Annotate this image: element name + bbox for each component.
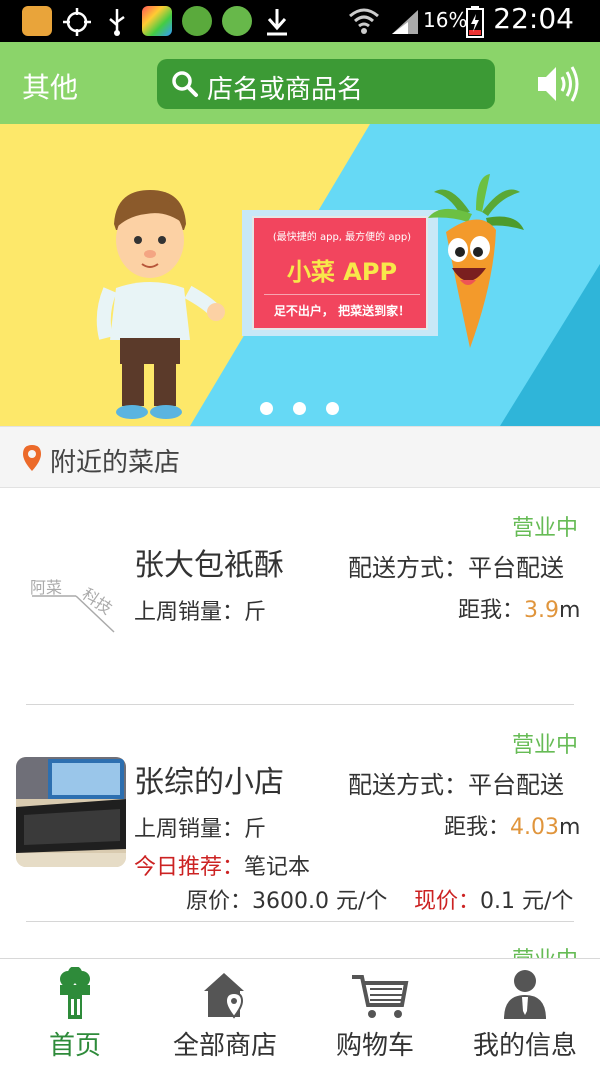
search-icon [172,71,198,97]
section-header: 附近的菜店 [0,426,600,488]
banner-card-inner: (最快捷的 app, 最方便的 app) 小菜 APP 足不出户， 把菜送到家！ [252,216,428,330]
battery-percentage: 16% [423,8,468,32]
store-delivery-method: 配送方式：平台配送 [348,554,564,582]
store-weekly-sales: 上周销量：斤 [134,817,267,842]
app-header: 其他 店名或商品名 [0,42,600,124]
usb-icon [109,9,125,36]
user-profile-icon [504,970,546,1019]
location-pin-icon [23,445,41,471]
clock: 22:04 [493,2,574,35]
store-name: 张大包衹酥 [134,548,284,583]
original-price: 原价：3600.0 元/个 [186,889,388,914]
bottom-navigation: 首页 全部商店 购物车 我的信息 [0,958,600,1067]
gps-icon [63,8,91,36]
placeholder-logo-line [32,595,115,633]
promo-banner[interactable]: (最快捷的 app, 最方便的 app) 小菜 APP 足不出户， 把菜送到家！ [0,124,600,426]
header-title[interactable]: 其他 [22,66,78,106]
distance-label: 距我： [444,815,511,840]
store-status: 营业中 [512,516,579,541]
distance-label: 距我： [458,598,525,623]
current-price-value: 0.1 元/个 [480,889,574,914]
nav-all-stores[interactable]: 全部商店 [150,959,300,1068]
speaker-icon[interactable] [536,62,580,106]
banner-subtitle: (最快捷的 app, 最方便的 app) [272,232,412,243]
nav-label-home: 首页 [48,1031,101,1061]
banner-divider [264,294,420,295]
signal-icon [392,10,418,34]
store-status: 营业中 [512,942,578,958]
store-distance: 距我：4.03m [444,809,580,841]
app-icon-green [182,6,212,36]
store-house-icon [204,973,244,1019]
store-item-1[interactable]: 营业中 阿菜 科技 张大包衹酥 配送方式：平台配送 上周销量：斤 距我：3.9m [0,488,600,704]
recommend-label: 今日推荐： [134,855,245,880]
nav-label-my-info: 我的信息 [472,1031,577,1061]
section-title: 附近的菜店 [50,448,181,478]
nav-home[interactable]: 首页 [0,959,150,1068]
nav-cart[interactable]: 购物车 [300,959,450,1068]
store-status: 营业中 [512,733,579,758]
store-thumbnail [16,757,126,867]
search-input[interactable]: 店名或商品名 [157,59,495,109]
store-distance: 距我：3.9m [458,592,580,624]
distance-value: 4.03 [510,815,559,840]
carrot-illustration [428,174,524,348]
distance-value: 3.9 [524,598,560,623]
store-placeholder-logo: 阿菜 科技 [28,568,128,634]
store-item-2[interactable]: 营业中 张综的小店 配送方式：平台配送 上周销量：斤 距我：4.03m 今日推荐… [0,705,600,921]
app-notification-icon [22,6,52,36]
store-weekly-sales: 上周销量：斤 [134,600,267,625]
search-placeholder: 店名或商品名 [207,75,364,105]
status-bar: 16% 22:04 [0,0,600,42]
app-icon-plus [222,6,252,36]
app-store-icon [142,6,172,36]
recommend-item: 笔记本 [244,855,311,880]
store-delivery-method: 配送方式：平台配送 [348,771,564,799]
wifi-icon [349,8,379,34]
store-name: 张综的小店 [134,765,284,800]
today-recommendation: 今日推荐：笔记本 [134,849,310,881]
battery-icon [466,6,484,38]
banner-title: 小菜 APP [286,258,398,286]
current-price-label: 现价： [414,889,481,914]
carousel-dot-3[interactable] [326,402,339,415]
carousel-dot-2[interactable] [293,402,306,415]
banner-card: (最快捷的 app, 最方便的 app) 小菜 APP 足不出户， 把菜送到家！ [242,210,438,336]
distance-unit: m [559,815,581,840]
download-icon [267,9,287,36]
banner-slogan: 足不出户， 把菜送到家！ [273,304,411,318]
nav-label-cart: 购物车 [335,1031,414,1061]
carousel-dot-1[interactable] [260,402,273,415]
home-vegetable-icon [60,967,90,1019]
nav-label-all-stores: 全部商店 [172,1031,277,1061]
distance-unit: m [559,598,581,623]
nav-my-info[interactable]: 我的信息 [450,959,600,1068]
store-item-3[interactable]: 营业中 [0,922,600,958]
boy-illustration [96,190,225,419]
current-price: 现价：0.1 元/个 [414,883,573,915]
shopping-cart-icon [352,975,409,1018]
